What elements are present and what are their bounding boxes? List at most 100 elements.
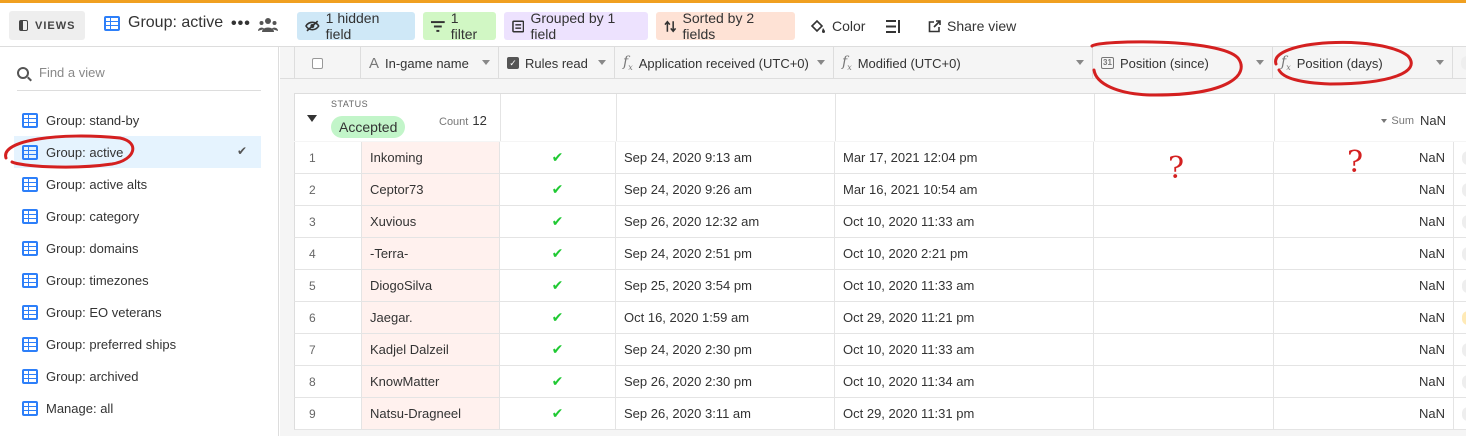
table-row[interactable]: 8 KnowMatter ✔ Sep 26, 2020 2:30 pm Oct 10, … [294,366,1466,398]
chevron-down-icon[interactable] [598,60,606,65]
cell-rules-read[interactable]: ✔ [500,270,616,301]
table-row[interactable]: 6 Jaegar. ✔ Oct 16, 2020 1:59 am Oct 29, 202… [294,302,1466,334]
find-view-search[interactable]: Find a view [17,55,261,91]
cell-in-game-name[interactable]: Natsu-Dragneel [362,398,500,429]
cell-rules-read[interactable]: ✔ [500,302,616,333]
collaborative-view-icon[interactable] [258,17,278,33]
cell-modified[interactable]: Oct 10, 2020 11:33 am [835,270,1094,301]
cell-in-game-name[interactable]: Inkoming [362,142,500,173]
table-row[interactable]: 2 Ceptor73 ✔ Sep 24, 2020 9:26 am Mar 16, 20… [294,174,1466,206]
table-row[interactable]: 5 DiogoSilva ✔ Sep 25, 2020 3:54 pm Oct 10, … [294,270,1466,302]
sidebar-view-item[interactable]: Group: active ✔ [14,136,261,168]
sidebar-view-item[interactable]: Group: archived [14,360,261,392]
table-row[interactable]: 9 Natsu-Dragneel ✔ Sep 26, 2020 3:11 am Oct … [294,398,1466,430]
table-row[interactable]: 4 -Terra- ✔ Sep 24, 2020 2:51 pm Oct 10, 202… [294,238,1466,270]
cell-rules-read[interactable]: ✔ [500,206,616,237]
sidebar-view-item[interactable]: Manage: all [14,392,261,424]
sidebar-view-item[interactable]: Group: EO veterans [14,296,261,328]
cell-modified[interactable]: Oct 10, 2020 2:21 pm [835,238,1094,269]
row-height-button[interactable] [886,12,900,40]
table-row[interactable]: 1 Inkoming ✔ Sep 24, 2020 9:13 am Mar 17, 20… [294,142,1466,174]
cell-modified[interactable]: Oct 10, 2020 11:33 am [835,334,1094,365]
current-view-name[interactable]: Group: active [104,14,223,32]
cell-in-game-name[interactable]: -Terra- [362,238,500,269]
cell-position-since[interactable] [1094,142,1274,173]
cell-application-received[interactable]: Sep 24, 2020 2:30 pm [616,334,835,365]
select-all-checkbox[interactable] [294,47,361,79]
chevron-down-icon[interactable] [1436,60,1444,65]
cell-application-received[interactable]: Sep 26, 2020 12:32 am [616,206,835,237]
cell-rules-read[interactable]: ✔ [500,366,616,397]
sidebar-view-item[interactable]: Group: domains [14,232,261,264]
chevron-down-icon[interactable] [1256,60,1264,65]
chevron-down-icon[interactable] [817,60,825,65]
sidebar-view-item[interactable]: Group: timezones [14,264,261,296]
cell-extra[interactable] [1454,174,1466,205]
cell-position-days[interactable]: NaN [1274,302,1454,333]
cell-position-since[interactable] [1094,238,1274,269]
cell-in-game-name[interactable]: Kadjel Dalzeil [362,334,500,365]
cell-in-game-name[interactable]: Ceptor73 [362,174,500,205]
column-header-name[interactable]: A In-game name [361,47,499,79]
color-button[interactable]: Color [810,12,865,40]
cell-modified[interactable]: Mar 17, 2021 12:04 pm [835,142,1094,173]
cell-rules-read[interactable]: ✔ [500,398,616,429]
hide-fields-button[interactable]: 1 hidden field [297,10,415,42]
cell-modified[interactable]: Oct 10, 2020 11:34 am [835,366,1094,397]
filter-button[interactable]: 1 filter [423,10,496,42]
column-header-position-days[interactable]: fx Position (days) [1273,47,1453,79]
cell-in-game-name[interactable]: Xuvious [362,206,500,237]
cell-in-game-name[interactable]: Jaegar. [362,302,500,333]
cell-extra[interactable] [1454,206,1466,237]
cell-application-received[interactable]: Sep 24, 2020 9:13 am [616,142,835,173]
chevron-down-icon[interactable] [1076,60,1084,65]
cell-position-days[interactable]: NaN [1274,398,1454,429]
cell-position-since[interactable] [1094,206,1274,237]
cell-application-received[interactable]: Sep 26, 2020 2:30 pm [616,366,835,397]
find-view-placeholder[interactable]: Find a view [39,65,105,80]
cell-position-since[interactable] [1094,334,1274,365]
cell-rules-read[interactable]: ✔ [500,238,616,269]
cell-rules-read[interactable]: ✔ [500,174,616,205]
cell-position-since[interactable] [1094,302,1274,333]
cell-modified[interactable]: Oct 29, 2020 11:21 pm [835,302,1094,333]
cell-extra[interactable] [1454,270,1466,301]
cell-position-since[interactable] [1094,270,1274,301]
cell-extra[interactable] [1454,302,1466,333]
column-header-position-since[interactable]: 31 Position (since) [1093,47,1273,79]
views-toggle-button[interactable]: VIEWS [9,11,85,40]
sort-button[interactable]: Sorted by 2 fields [656,10,795,42]
sidebar-view-item[interactable]: Group: preferred ships [14,328,261,360]
cell-application-received[interactable]: Sep 26, 2020 3:11 am [616,398,835,429]
cell-position-days[interactable]: NaN [1274,366,1454,397]
view-menu-button[interactable]: ••• [231,15,251,33]
column-header-extra[interactable] [1453,47,1466,79]
cell-position-days[interactable]: NaN [1274,270,1454,301]
cell-position-days[interactable]: NaN [1274,238,1454,269]
cell-extra[interactable] [1454,142,1466,173]
cell-extra[interactable] [1454,238,1466,269]
cell-extra[interactable] [1454,334,1466,365]
share-view-button[interactable]: Share view [928,12,1016,40]
column-header-rules[interactable]: ✓ Rules read [499,47,615,79]
cell-extra[interactable] [1454,366,1466,397]
cell-extra[interactable] [1454,398,1466,429]
sidebar-view-item[interactable]: Group: active alts [14,168,261,200]
cell-application-received[interactable]: Oct 16, 2020 1:59 am [616,302,835,333]
cell-in-game-name[interactable]: DiogoSilva [362,270,500,301]
cell-application-received[interactable]: Sep 24, 2020 2:51 pm [616,238,835,269]
collapse-group-icon[interactable] [307,115,317,122]
table-row[interactable]: 7 Kadjel Dalzeil ✔ Sep 24, 2020 2:30 pm Oct … [294,334,1466,366]
cell-rules-read[interactable]: ✔ [500,142,616,173]
cell-position-days[interactable]: NaN [1274,142,1454,173]
cell-position-days[interactable]: NaN [1274,206,1454,237]
cell-application-received[interactable]: Sep 24, 2020 9:26 am [616,174,835,205]
cell-application-received[interactable]: Sep 25, 2020 3:54 pm [616,270,835,301]
cell-position-since[interactable] [1094,366,1274,397]
table-row[interactable]: 3 Xuvious ✔ Sep 26, 2020 12:32 am Oct 10, 20… [294,206,1466,238]
sidebar-view-item[interactable]: Group: stand-by [14,104,261,136]
chevron-down-icon[interactable] [482,60,490,65]
sidebar-view-item[interactable]: Group: category [14,200,261,232]
group-summary[interactable]: Sum NaN [1381,113,1446,128]
cell-position-days[interactable]: NaN [1274,334,1454,365]
